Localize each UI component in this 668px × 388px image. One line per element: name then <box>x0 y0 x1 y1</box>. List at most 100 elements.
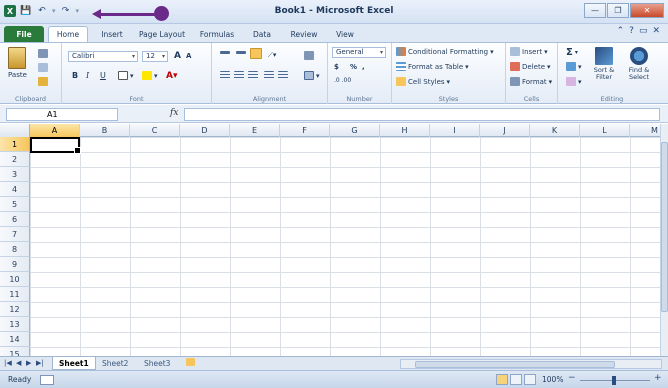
horizontal-scrollbar[interactable] <box>400 359 662 369</box>
row-header-2[interactable]: 2 <box>0 152 30 167</box>
tab-view[interactable]: View <box>328 26 362 42</box>
close-button[interactable]: ✕ <box>630 3 664 18</box>
vertical-scroll-thumb[interactable] <box>661 142 668 312</box>
zoom-slider-thumb[interactable] <box>612 376 616 385</box>
bold-button[interactable]: B <box>72 71 78 80</box>
column-header-b[interactable]: B <box>80 124 130 137</box>
close-workbook-icon[interactable]: ✕ <box>652 26 660 36</box>
italic-button[interactable]: I <box>86 71 89 80</box>
top-align-button[interactable] <box>220 51 230 54</box>
column-header-f[interactable]: F <box>280 124 330 137</box>
underline-button[interactable]: U <box>100 71 106 80</box>
column-header-j[interactable]: J <box>480 124 530 137</box>
row-header-12[interactable]: 12 <box>0 302 30 317</box>
middle-align-button[interactable] <box>236 51 246 54</box>
row-header-6[interactable]: 6 <box>0 212 30 227</box>
page-layout-view-button[interactable] <box>510 374 522 385</box>
active-cell-a1[interactable] <box>30 137 81 154</box>
next-sheet-button[interactable]: ▶ <box>26 359 31 367</box>
row-header-3[interactable]: 3 <box>0 167 30 182</box>
align-center-button[interactable] <box>234 71 244 80</box>
fill-color-button[interactable]: ▾ <box>142 71 158 80</box>
normal-view-button[interactable] <box>496 374 508 385</box>
formula-input[interactable] <box>184 108 660 121</box>
format-as-table-button[interactable]: Format as Table ▾ <box>396 62 469 71</box>
row-header-11[interactable]: 11 <box>0 287 30 302</box>
zoom-out-button[interactable]: − <box>568 373 576 383</box>
row-header-15[interactable]: 15 <box>0 347 30 356</box>
vertical-scrollbar[interactable] <box>660 124 668 356</box>
row-header-13[interactable]: 13 <box>0 317 30 332</box>
tab-data[interactable]: Data <box>244 26 280 42</box>
format-cells-button[interactable]: Format ▾ <box>510 77 552 86</box>
merge-center-button[interactable]: ▾ <box>304 71 320 80</box>
tab-page-layout[interactable]: Page Layout <box>134 26 190 42</box>
comma-button[interactable]: , <box>362 63 365 71</box>
insert-function-icon[interactable]: fx <box>170 108 178 118</box>
tab-home[interactable]: Home <box>48 26 88 42</box>
row-header-14[interactable]: 14 <box>0 332 30 347</box>
zoom-in-button[interactable]: + <box>654 373 662 383</box>
cells-area[interactable] <box>30 137 660 356</box>
row-header-7[interactable]: 7 <box>0 227 30 242</box>
row-header-10[interactable]: 10 <box>0 272 30 287</box>
wrap-text-button[interactable] <box>304 51 314 60</box>
bottom-align-button[interactable] <box>250 48 262 59</box>
restore-window-icon[interactable]: ▭ <box>639 26 648 36</box>
zoom-level[interactable]: 100% <box>542 375 563 384</box>
horizontal-scroll-thumb[interactable] <box>415 361 615 368</box>
column-header-k[interactable]: K <box>530 124 580 137</box>
first-sheet-button[interactable]: |◀ <box>4 359 12 367</box>
macro-record-icon[interactable] <box>40 375 54 385</box>
column-header-i[interactable]: I <box>430 124 480 137</box>
find-select-button[interactable]: Find & Select <box>624 47 654 81</box>
grow-font-button[interactable]: A <box>174 51 181 61</box>
percent-button[interactable]: % <box>350 63 357 71</box>
row-header-4[interactable]: 4 <box>0 182 30 197</box>
row-header-8[interactable]: 8 <box>0 242 30 257</box>
row-header-5[interactable]: 5 <box>0 197 30 212</box>
font-color-button[interactable]: A▾ <box>166 71 177 81</box>
row-header-1[interactable]: 1 <box>0 137 30 152</box>
last-sheet-button[interactable]: ▶| <box>36 359 44 367</box>
column-header-g[interactable]: G <box>330 124 380 137</box>
column-header-a[interactable]: A <box>30 124 80 137</box>
name-box[interactable]: A1 <box>6 108 118 121</box>
column-header-l[interactable]: L <box>580 124 630 137</box>
minimize-ribbon-icon[interactable]: ⌃ <box>617 26 625 36</box>
cut-button[interactable] <box>38 49 48 58</box>
tab-file[interactable]: File <box>4 26 44 42</box>
sheet-tab-3[interactable]: Sheet3 <box>138 357 176 370</box>
cell-styles-button[interactable]: Cell Styles ▾ <box>396 77 450 86</box>
format-painter-button[interactable] <box>38 77 48 86</box>
insert-cells-button[interactable]: Insert ▾ <box>510 47 548 56</box>
clear-button[interactable]: ▾ <box>566 77 582 86</box>
sheet-tab-1[interactable]: Sheet1 <box>52 357 96 370</box>
minimize-button[interactable]: — <box>584 3 606 18</box>
row-header-9[interactable]: 9 <box>0 257 30 272</box>
fill-button[interactable]: ▾ <box>566 62 582 71</box>
column-header-m[interactable]: M <box>630 124 660 137</box>
align-left-button[interactable] <box>220 71 230 80</box>
borders-button[interactable]: ▾ <box>118 71 134 80</box>
tab-insert[interactable]: Insert <box>92 26 132 42</box>
delete-cells-button[interactable]: Delete ▾ <box>510 62 551 71</box>
shrink-font-button[interactable]: A <box>186 52 191 60</box>
increase-decimal-button[interactable]: .0 .00 <box>334 77 351 84</box>
copy-button[interactable] <box>38 63 48 72</box>
sheet-tab-2[interactable]: Sheet2 <box>96 357 134 370</box>
tab-review[interactable]: Review <box>284 26 324 42</box>
font-name-combo[interactable]: Calibri <box>68 51 138 62</box>
tab-formulas[interactable]: Formulas <box>194 26 240 42</box>
insert-sheet-button[interactable] <box>180 357 201 370</box>
conditional-formatting-button[interactable]: Conditional Formatting ▾ <box>396 47 494 56</box>
paste-button[interactable]: Paste <box>8 47 27 79</box>
help-icon[interactable]: ? <box>629 26 634 36</box>
sort-filter-button[interactable]: Sort & Filter <box>590 47 618 81</box>
autosum-button[interactable]: Σ ▾ <box>566 47 578 58</box>
column-header-d[interactable]: D <box>180 124 230 137</box>
decrease-indent-button[interactable] <box>264 71 274 80</box>
prev-sheet-button[interactable]: ◀ <box>16 359 21 367</box>
select-all-button[interactable] <box>0 124 30 137</box>
orientation-button[interactable]: ⟋▾ <box>268 51 276 60</box>
